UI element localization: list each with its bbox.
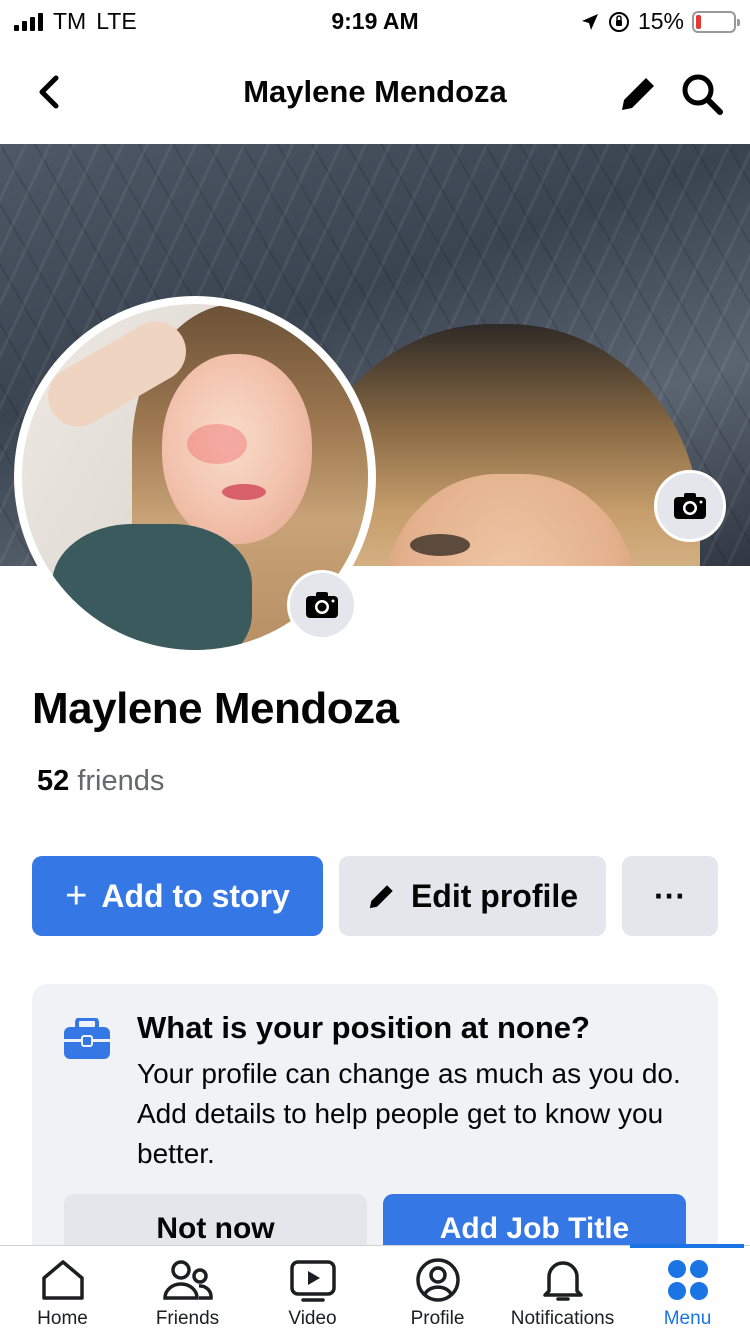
camera-icon [306,592,338,618]
avatar-clothing [52,524,252,650]
edit-button[interactable] [618,72,660,114]
avatar-lips [222,484,266,500]
status-bar: TM LTE 9:19 AM 15% [0,0,750,42]
tab-home-label: Home [37,1308,88,1329]
edit-profile-button[interactable]: Edit profile [339,856,606,936]
pencil-icon [369,885,393,909]
more-options-button[interactable]: ··· [622,856,718,936]
nav-bar: Maylene Mendoza [0,50,750,136]
cover-eye [410,534,470,556]
battery-fill [696,14,702,29]
status-right: 15% [580,8,740,35]
add-to-story-button[interactable]: + Add to story [32,856,323,936]
friends-label: friends [77,765,165,797]
orientation-lock-icon [608,11,629,32]
tab-menu[interactable]: Menu [625,1246,750,1334]
cover-camera-button[interactable] [654,470,726,542]
battery-icon [692,10,740,33]
tab-notifications[interactable]: Notifications [500,1246,625,1334]
prompt-text: Your profile can change as much as you d… [137,1058,681,1169]
tab-bar: Home Friends Video Profile Notifications… [0,1244,750,1334]
edit-profile-label: Edit profile [410,877,579,914]
tab-notifications-label: Notifications [510,1308,615,1329]
profile-icon [415,1258,460,1302]
avatar-camera-button[interactable] [287,570,357,640]
job-title-prompt-card: What is your position at none? Your prof… [32,984,718,1264]
pencil-icon [622,75,657,110]
search-icon [682,74,723,115]
tab-video-label: Video [288,1308,337,1329]
battery-percent: 15% [637,8,684,34]
menu-icon [667,1260,708,1300]
friends-icon [162,1260,213,1300]
tab-video[interactable]: Video [250,1246,375,1334]
tab-profile[interactable]: Profile [375,1246,500,1334]
tab-friends[interactable]: Friends [125,1246,250,1334]
location-arrow-icon [581,13,598,30]
tab-home[interactable]: Home [0,1246,125,1334]
prompt-title: What is your position at none? [137,1010,590,1045]
briefcase-icon [64,1018,110,1059]
profile-name: Maylene Mendoza [32,684,399,733]
tab-menu-label: Menu [663,1308,712,1329]
tab-profile-label: Profile [410,1308,465,1329]
video-icon [289,1260,336,1302]
home-icon [41,1260,84,1300]
plus-icon: + [65,875,88,917]
add-to-story-label: Add to story [101,877,290,914]
bell-icon [542,1261,583,1301]
search-button[interactable] [680,72,724,116]
tab-friends-label: Friends [155,1308,220,1329]
friends-count-link[interactable]: 52 friends [37,765,164,798]
more-icon: ··· [654,877,686,914]
camera-icon [674,493,706,519]
friends-count: 52 [37,765,70,797]
avatar-cheek [187,424,247,464]
